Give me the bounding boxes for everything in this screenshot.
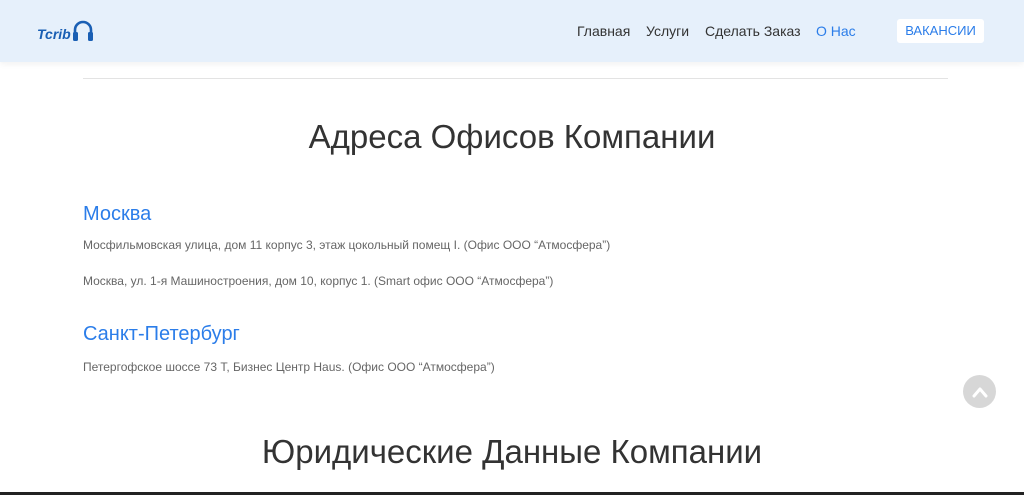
divider [83, 78, 948, 79]
nav-order[interactable]: Сделать Заказ [705, 23, 801, 39]
city-spb: Санкт-Петербург [83, 323, 240, 345]
nav-services[interactable]: Услуги [646, 23, 689, 39]
site-header: Tcrib Главная Услуги Сделать Заказ О Нас… [0, 0, 1024, 62]
address-moscow-2: Москва, ул. 1-я Машиностроения, дом 10, … [83, 274, 554, 288]
legal-title: Юридические Данные Компании [261, 433, 763, 470]
address-spb-1: Петергофское шоссе 73 Т, Бизнес Центр Ha… [83, 360, 495, 374]
main-nav: Главная Услуги Сделать Заказ О Нас ВАКАН… [0, 0, 1024, 62]
scroll-top-button[interactable] [963, 375, 996, 408]
nav-about[interactable]: О Нас [816, 23, 856, 39]
chevron-up-icon [972, 387, 987, 397]
nav-home[interactable]: Главная [577, 23, 630, 39]
vacancies-button[interactable]: ВАКАНСИИ [897, 19, 984, 43]
offices-title: Адреса Офисов Компании [308, 118, 716, 155]
city-moscow: Москва [83, 203, 152, 225]
address-moscow-1: Мосфильмовская улица, дом 11 корпус 3, э… [83, 238, 611, 252]
